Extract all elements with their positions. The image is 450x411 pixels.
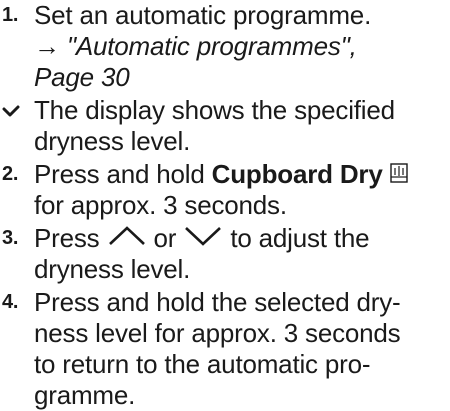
step-2-line-2: for approx. 3 seconds. [34,190,287,220]
step-number: 3. [2,227,19,249]
step-2: 2. Press and hold Cupboard Dry for appro… [0,159,450,221]
step-1-reference: → "Automatic programmes", [34,31,450,62]
step-4-line-1: Press and hold the selected dry- [34,287,401,317]
chevron-up-icon [108,226,145,245]
result-1: The display shows the specified dryness … [0,95,450,157]
step-number: 1. [2,4,19,26]
step-4-line-4: gramme. [34,380,136,410]
reference-page: Page 30 [34,62,130,92]
chevron-down-icon [185,227,222,246]
step-2-line-1: Press and hold Cupboard Dry [34,159,450,190]
step-4-line-3: to return to the automatic pro- [34,349,371,379]
step-number: 4. [2,291,19,313]
step-3: 3. Press or to adjust the dryness level. [0,223,450,285]
result-line-2: dryness level. [34,126,191,156]
step-number: 2. [2,163,19,185]
step-1: 1. Set an automatic programme. → "Automa… [0,0,450,93]
step-3-or: or [153,223,177,253]
cupboard-dry-label: Cupboard Dry [211,159,383,189]
reference-title: "Automatic programmes", [66,31,357,61]
reference-arrow: → [34,31,60,61]
step-1-text: Set an automatic programme. [34,0,372,30]
cupboard-dry-icon [389,163,408,183]
step-3-text-b: to adjust the [230,223,370,253]
check-icon [2,105,20,117]
step-2-text-a: Press and hold [34,159,212,189]
step-4: 4. Press and hold the selected dry- ness… [0,287,450,411]
step-3-text-a: Press [34,223,100,253]
result-line-1: The display shows the specified [34,95,395,125]
instruction-list: 1. Set an automatic programme. → "Automa… [0,0,450,411]
step-3-line-1: Press or to adjust the [34,223,450,254]
step-4-line-2: ness level for approx. 3 seconds [34,318,401,348]
step-3-line-2: dryness level. [34,254,191,284]
